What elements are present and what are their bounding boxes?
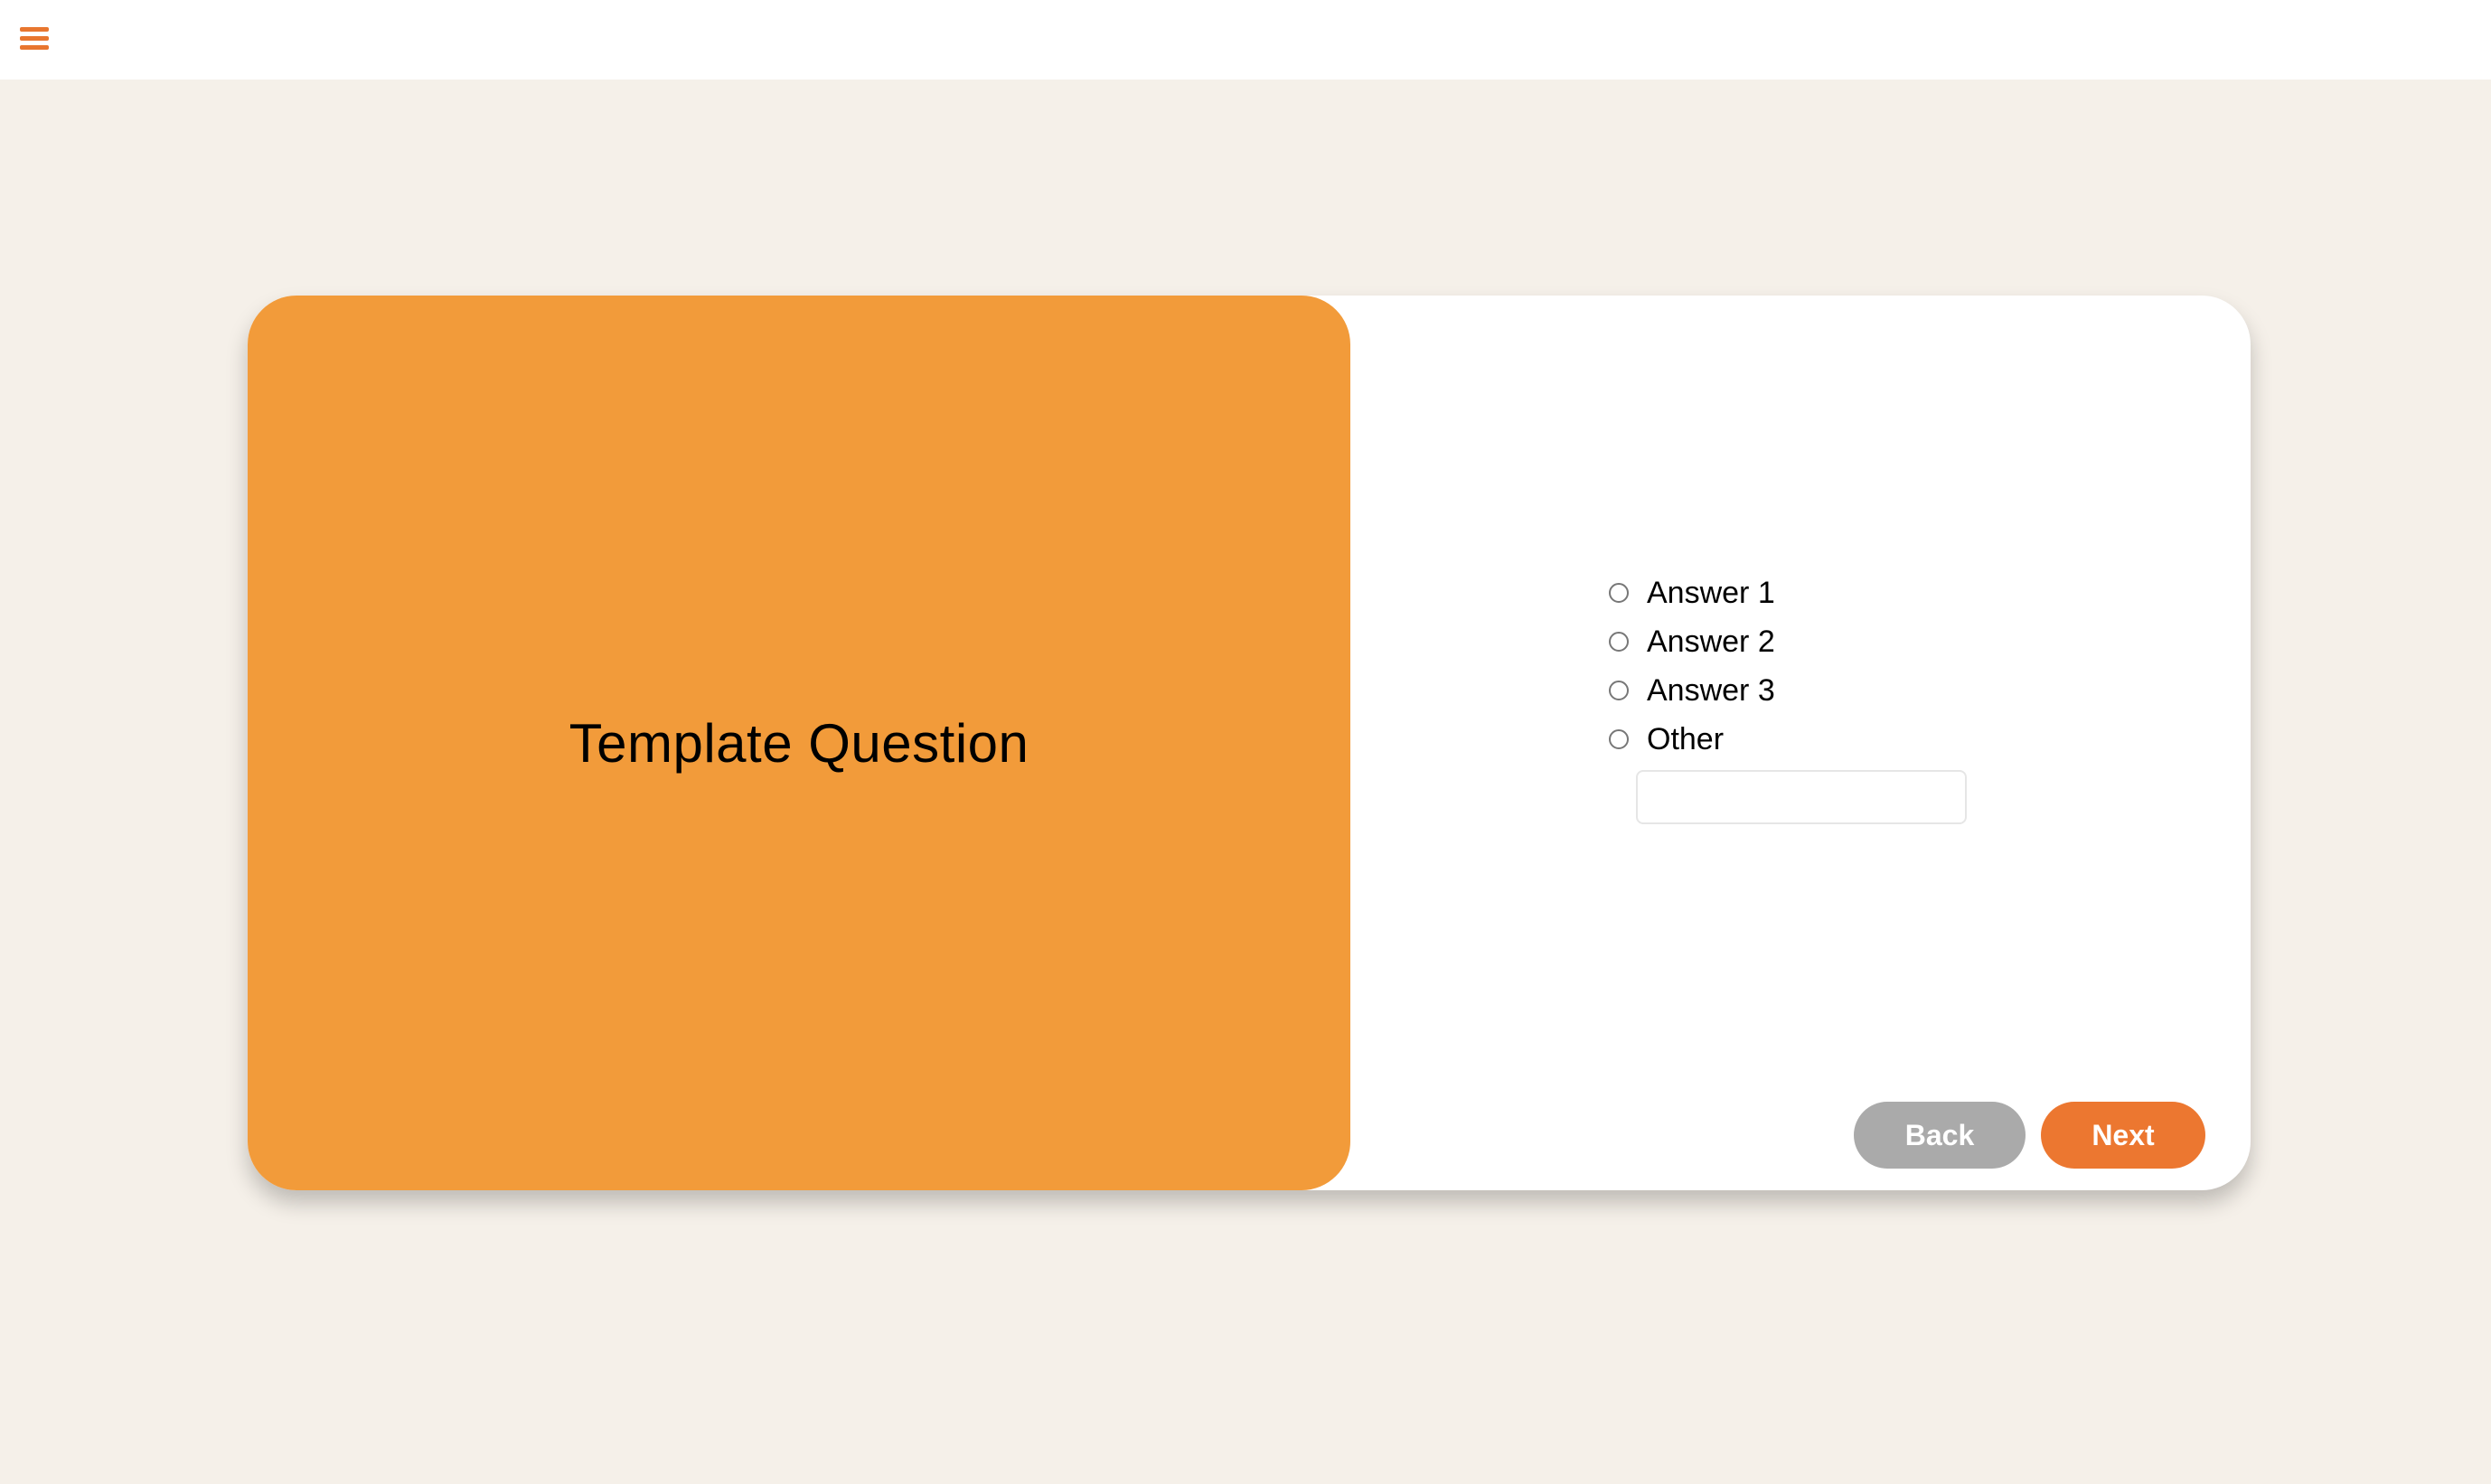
answer-label: Other	[1647, 721, 1725, 756]
answer-option-2[interactable]: Answer 2	[1609, 617, 2151, 666]
menu-line	[20, 45, 49, 50]
radio-button[interactable]	[1609, 681, 1629, 700]
survey-card: Template Question Answer 1 Answer 2 Answ…	[248, 296, 2251, 1190]
answer-option-1[interactable]: Answer 1	[1609, 568, 2151, 617]
answer-label: Answer 3	[1647, 672, 1775, 708]
radio-button[interactable]	[1609, 583, 1629, 603]
answer-label: Answer 2	[1647, 624, 1775, 659]
answer-options: Answer 1 Answer 2 Answer 3 Other	[1609, 568, 2151, 764]
menu-line	[20, 27, 49, 32]
hamburger-menu-icon[interactable]	[20, 25, 49, 52]
radio-button[interactable]	[1609, 729, 1629, 749]
answer-option-3[interactable]: Answer 3	[1609, 666, 2151, 715]
other-answer-input[interactable]	[1636, 770, 1967, 824]
top-bar	[0, 0, 2491, 80]
question-title: Template Question	[569, 712, 1029, 774]
menu-line	[20, 36, 49, 41]
next-button[interactable]: Next	[2041, 1102, 2205, 1169]
back-button[interactable]: Back	[1854, 1102, 2026, 1169]
radio-button[interactable]	[1609, 632, 1629, 652]
answer-option-other[interactable]: Other	[1609, 715, 2151, 764]
answer-label: Answer 1	[1647, 575, 1775, 610]
question-panel: Template Question	[248, 296, 1350, 1190]
